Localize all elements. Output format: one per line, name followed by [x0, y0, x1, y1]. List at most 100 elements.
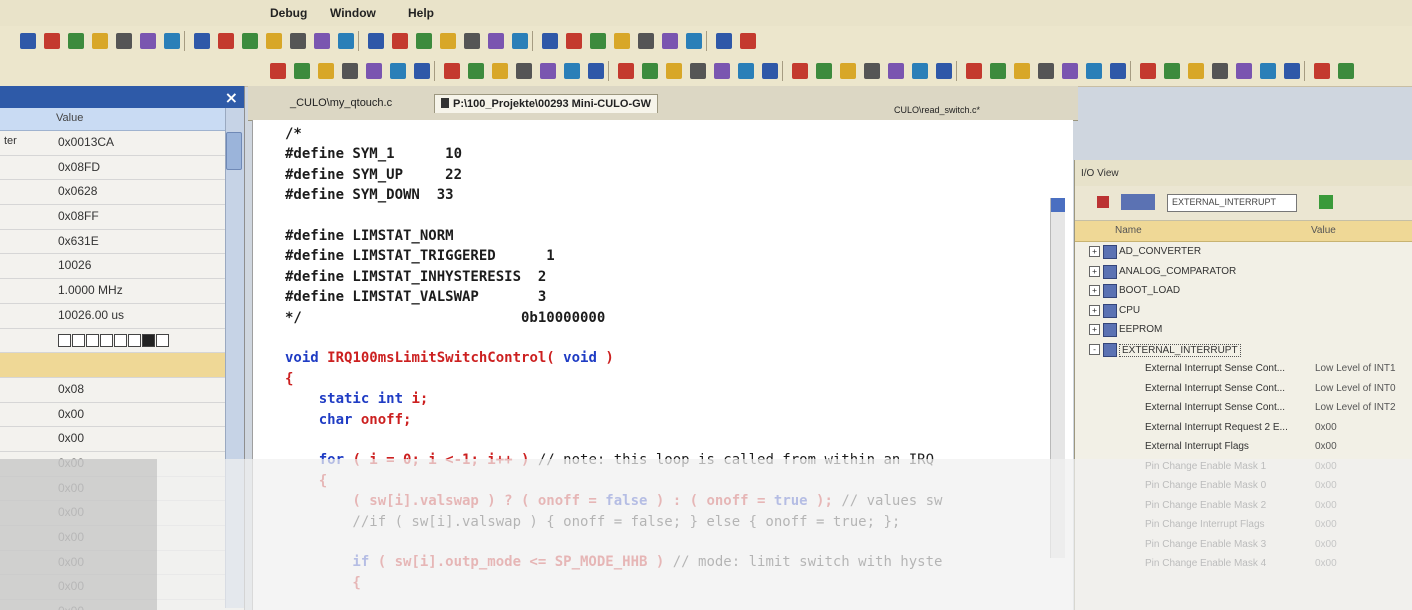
watch-row[interactable]: ter 0x0013CA: [0, 131, 244, 156]
bit-checkbox[interactable]: [58, 333, 71, 347]
cut-icon[interactable]: [294, 63, 310, 79]
scroll-up-icon[interactable]: [1051, 198, 1065, 212]
step-icon[interactable]: [314, 33, 330, 49]
run-icon[interactable]: [912, 63, 928, 79]
expand-icon[interactable]: +: [1089, 246, 1100, 257]
watch-row[interactable]: [0, 329, 244, 354]
io-module-row[interactable]: + ANALOG_COMPARATOR: [1075, 262, 1412, 282]
run-icon[interactable]: [1314, 63, 1330, 79]
memory-icon[interactable]: [1038, 63, 1054, 79]
stop-icon[interactable]: [290, 33, 306, 49]
watch-row[interactable]: [0, 353, 244, 378]
stop-icon[interactable]: [686, 33, 702, 49]
copy-icon[interactable]: [714, 63, 730, 79]
expand-icon[interactable]: +: [1089, 265, 1100, 277]
find-icon[interactable]: [590, 33, 606, 49]
break-icon[interactable]: [338, 33, 354, 49]
watch-row[interactable]: 10026: [0, 254, 244, 280]
paste-icon[interactable]: [738, 63, 754, 79]
watch-row[interactable]: 0x631E: [0, 230, 244, 255]
watch-row[interactable]: 0x08FD: [0, 156, 244, 181]
bookmark-icon[interactable]: [468, 63, 484, 79]
tab-project-path[interactable]: P:\100_Projekte\00293 Mini-CULO-GW: [434, 94, 659, 113]
paste-icon[interactable]: [1140, 63, 1156, 79]
memory-icon[interactable]: [392, 33, 408, 49]
save-icon[interactable]: [512, 33, 528, 49]
bit-checkbox[interactable]: [156, 333, 169, 347]
run-icon[interactable]: [662, 33, 678, 49]
menu-window[interactable]: Window: [330, 6, 376, 20]
watch-row[interactable]: 1.0000 MHz: [0, 279, 244, 304]
redo-icon[interactable]: [566, 33, 582, 49]
menu-debug[interactable]: Debug: [270, 6, 307, 20]
run-icon[interactable]: [266, 33, 282, 49]
build-icon[interactable]: [888, 63, 904, 79]
expand-icon[interactable]: +: [1089, 304, 1100, 316]
watch-row[interactable]: 0x08: [0, 378, 244, 403]
cut-icon[interactable]: [440, 33, 456, 49]
build-icon[interactable]: [1284, 63, 1300, 79]
copy-icon[interactable]: [68, 33, 84, 49]
io-module-row[interactable]: - EXTERNAL_INTERRUPT: [1075, 340, 1412, 360]
io-register-row[interactable]: External Interrupt Flags 0x00: [1075, 437, 1412, 457]
bit-checkbox[interactable]: [72, 333, 85, 347]
open-icon[interactable]: [270, 63, 286, 79]
bit-checkbox[interactable]: [128, 333, 141, 347]
register-bits[interactable]: [58, 333, 170, 352]
paste-icon[interactable]: [92, 33, 108, 49]
menu-help[interactable]: Help: [408, 6, 434, 20]
close-icon[interactable]: ×: [225, 88, 238, 107]
bit-checkbox[interactable]: [100, 333, 113, 347]
redo-icon[interactable]: [164, 33, 180, 49]
watch-row[interactable]: 0x00: [0, 403, 244, 428]
open-icon[interactable]: [416, 33, 432, 49]
io-module-select[interactable]: EXTERNAL_INTERRUPT: [1167, 194, 1297, 212]
cut-icon[interactable]: [44, 33, 60, 49]
save-icon[interactable]: [366, 63, 382, 79]
cut-icon[interactable]: [690, 63, 706, 79]
copy-icon[interactable]: [1110, 63, 1126, 79]
copy-icon[interactable]: [464, 33, 480, 49]
find-icon[interactable]: [444, 63, 460, 79]
bookmark-icon[interactable]: [614, 33, 630, 49]
tab-read-switch[interactable]: CULO\read_switch.c*: [888, 102, 986, 118]
io-register-row[interactable]: External Interrupt Sense Cont... Low Leve…: [1075, 398, 1412, 418]
watch-icon[interactable]: [1014, 63, 1030, 79]
watch-icon[interactable]: [618, 63, 634, 79]
watch-row[interactable]: 0x0628: [0, 180, 244, 206]
paste-icon[interactable]: [342, 63, 358, 79]
tab-my-qtouch[interactable]: _CULO\my_qtouch.c: [284, 94, 398, 112]
undo-icon[interactable]: [390, 63, 406, 79]
filter-icon[interactable]: [1097, 196, 1109, 208]
expand-icon[interactable]: +: [1089, 324, 1100, 335]
build-icon[interactable]: [242, 33, 258, 49]
cut-icon[interactable]: [1086, 63, 1102, 79]
step-icon[interactable]: [716, 33, 732, 49]
open-icon[interactable]: [1062, 63, 1078, 79]
undo-icon[interactable]: [542, 33, 558, 49]
stop-icon[interactable]: [936, 63, 952, 79]
paste-icon[interactable]: [488, 33, 504, 49]
watch-icon[interactable]: [368, 33, 384, 49]
stop-icon[interactable]: [540, 63, 556, 79]
save-icon[interactable]: [116, 33, 132, 49]
open-icon[interactable]: [666, 63, 682, 79]
collapse-icon[interactable]: -: [1089, 343, 1100, 355]
watch-row[interactable]: 0x08FF: [0, 205, 244, 230]
watch-row[interactable]: 0x00: [0, 427, 244, 452]
step-icon[interactable]: [564, 63, 580, 79]
find-icon[interactable]: [840, 63, 856, 79]
refresh-icon[interactable]: [1319, 195, 1333, 209]
watch-row[interactable]: 10026.00 us: [0, 304, 244, 329]
bit-checkbox[interactable]: [86, 333, 99, 347]
io-module-row[interactable]: + AD_CONVERTER: [1075, 242, 1412, 262]
save-icon[interactable]: [762, 63, 778, 79]
undo-icon[interactable]: [792, 63, 808, 79]
bit-checkbox[interactable]: [114, 333, 127, 347]
break-icon[interactable]: [588, 63, 604, 79]
bookmark-icon[interactable]: [218, 33, 234, 49]
find-icon[interactable]: [194, 33, 210, 49]
save-icon[interactable]: [1164, 63, 1180, 79]
scroll-thumb[interactable]: [226, 132, 242, 170]
redo-icon[interactable]: [414, 63, 430, 79]
